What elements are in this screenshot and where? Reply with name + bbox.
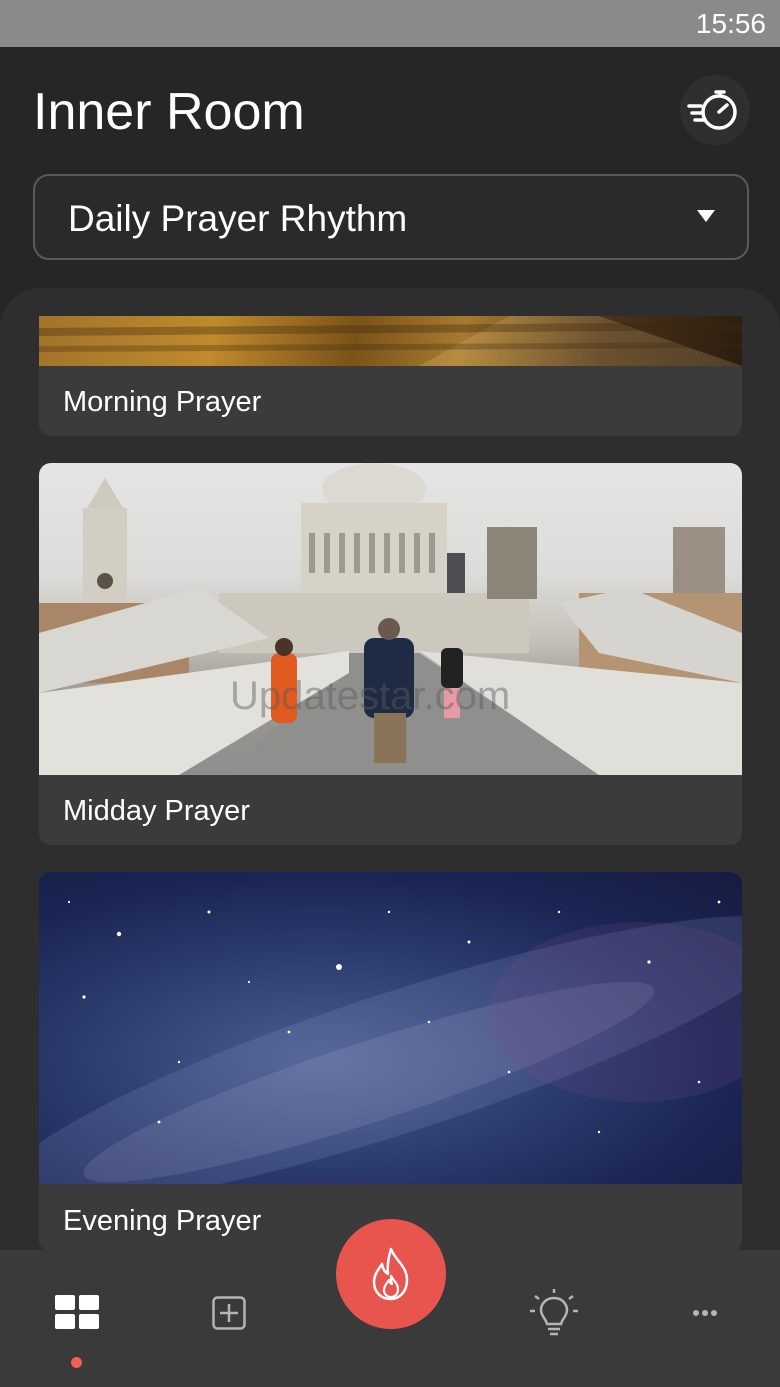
prayer-card-label: Morning Prayer (63, 386, 262, 418)
nav-add[interactable] (201, 1285, 257, 1341)
caret-down-icon (697, 210, 715, 222)
prayer-card-morning[interactable]: Morning Prayer (39, 316, 742, 436)
prayer-card-label: Evening Prayer (63, 1205, 262, 1237)
status-bar: 15:56 (0, 0, 780, 47)
flame-icon (372, 1247, 409, 1301)
prayer-card-evening[interactable]: Evening Prayer (39, 872, 742, 1252)
page-title: Inner Room (33, 83, 305, 141)
stopwatch-speed-icon (687, 90, 737, 130)
lightbulb-icon (530, 1289, 578, 1336)
timer-button[interactable] (680, 75, 750, 145)
rhythm-selector[interactable]: Daily Prayer Rhythm (33, 174, 749, 260)
milky-way-night-sky-image (39, 872, 742, 1208)
watermark: Updatestar.com (230, 674, 511, 718)
add-square-icon (212, 1296, 246, 1330)
prayer-card-label: Midday Prayer (63, 795, 250, 827)
pray-now-button[interactable] (336, 1219, 446, 1329)
nav-more[interactable] (677, 1285, 733, 1341)
active-indicator (71, 1357, 82, 1368)
rhythm-selector-value: Daily Prayer Rhythm (68, 198, 408, 239)
sunrise-field-image (39, 316, 742, 366)
nav-insights[interactable] (526, 1285, 582, 1341)
status-time: 15:56 (695, 8, 766, 39)
grid-icon (55, 1295, 99, 1329)
nav-dashboard[interactable] (49, 1285, 105, 1341)
city-bridge-cathedral-image (39, 463, 742, 775)
prayer-list[interactable]: Morning Prayer Midday Prayer Evening Pra… (0, 288, 780, 1288)
prayer-card-midday[interactable]: Midday Prayer (39, 463, 742, 845)
more-icon (693, 1310, 717, 1316)
